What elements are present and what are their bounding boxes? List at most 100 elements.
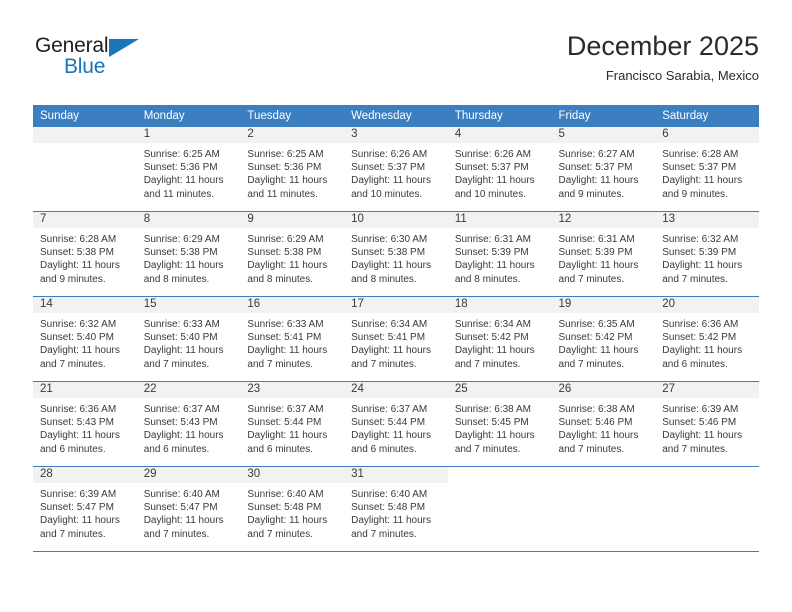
calendar-day-cell[interactable]: 5 Sunrise: 6:27 AM Sunset: 5:37 PM Daylight… <box>551 127 656 212</box>
day-details: Sunrise: 6:26 AM Sunset: 5:37 PM Daylight:… <box>344 143 448 201</box>
weekday-header-thursday: Thursday <box>447 105 552 127</box>
calendar-day-cell[interactable]: 9 Sunrise: 6:29 AM Sunset: 5:38 PM Daylight… <box>240 211 345 297</box>
calendar-day-cell[interactable]: 24 Sunrise: 6:37 AM Sunset: 5:44 PM Dayligh… <box>344 381 448 467</box>
day-number: 28 <box>33 467 137 483</box>
calendar-day-cell[interactable]: 13 Sunrise: 6:32 AM Sunset: 5:39 PM Dayligh… <box>655 211 759 297</box>
day-details: Sunrise: 6:40 AM Sunset: 5:48 PM Daylight:… <box>240 483 344 541</box>
day-details: Sunrise: 6:35 AM Sunset: 5:42 PM Daylight:… <box>552 313 656 371</box>
weekday-header-friday: Friday <box>551 105 656 127</box>
calendar-day-cell[interactable]: 15 Sunrise: 6:33 AM Sunset: 5:40 PM Dayligh… <box>136 296 241 382</box>
day-detail-line: Sunrise: 6:40 AM <box>351 489 428 500</box>
day-detail-line: Daylight: 11 hours <box>454 175 535 187</box>
day-detail-line: Sunset: 5:48 PM <box>247 502 322 514</box>
day-details: Sunrise: 6:31 AM Sunset: 5:39 PM Daylight:… <box>552 228 656 286</box>
day-detail-line: Sunset: 5:42 PM <box>454 332 529 344</box>
day-detail-line: Sunrise: 6:29 AM <box>143 234 220 245</box>
day-details: Sunrise: 6:40 AM Sunset: 5:48 PM Daylight:… <box>344 483 448 541</box>
calendar-grid: Sunday Monday Tuesday Wednesday Thursday Frid… <box>33 105 759 552</box>
calendar-day-cell[interactable]: 1 Sunrise: 6:25 AM Sunset: 5:36 PM Daylight… <box>136 127 241 212</box>
day-detail-line: Sunrise: 6:25 AM <box>247 149 324 160</box>
day-detail-line: and 7 minutes. <box>40 358 106 370</box>
day-detail-line: Daylight: 11 hours <box>558 345 639 357</box>
calendar-day-cell[interactable]: 27 Sunrise: 6:39 AM Sunset: 5:46 PM Dayligh… <box>655 381 759 467</box>
day-detail-line: Daylight: 11 hours <box>143 260 224 272</box>
day-detail-line: Sunset: 5:38 PM <box>40 247 114 259</box>
day-number: 25 <box>447 382 552 398</box>
calendar-day-cell[interactable]: 12 Sunrise: 6:31 AM Sunset: 5:39 PM Dayligh… <box>551 211 656 297</box>
calendar-day-cell[interactable]: 14 Sunrise: 6:32 AM Sunset: 5:40 PM Dayligh… <box>33 296 137 382</box>
calendar-day-cell[interactable]: 28 Sunrise: 6:39 AM Sunset: 5:47 PM Dayligh… <box>33 466 137 552</box>
day-detail-line: and 8 minutes. <box>143 273 210 285</box>
day-details: Sunrise: 6:38 AM Sunset: 5:46 PM Daylight:… <box>552 398 656 456</box>
day-details: Sunrise: 6:32 AM Sunset: 5:39 PM Daylight:… <box>655 228 759 286</box>
calendar-day-cell[interactable]: 19 Sunrise: 6:35 AM Sunset: 5:42 PM Dayligh… <box>551 296 656 382</box>
day-detail-line: Sunset: 5:47 PM <box>143 502 218 514</box>
day-detail-line: Daylight: 11 hours <box>40 430 120 442</box>
day-detail-line: and 10 minutes. <box>351 188 423 200</box>
day-detail-line: Sunset: 5:37 PM <box>558 162 633 174</box>
day-details: Sunrise: 6:36 AM Sunset: 5:42 PM Daylight:… <box>655 313 759 371</box>
calendar-day-cell[interactable]: 21 Sunrise: 6:36 AM Sunset: 5:43 PM Dayligh… <box>33 381 137 467</box>
day-detail-line: Sunset: 5:40 PM <box>143 332 218 344</box>
day-detail-line: Sunset: 5:43 PM <box>40 417 114 429</box>
calendar-day-cell[interactable]: 30 Sunrise: 6:40 AM Sunset: 5:48 PM Dayligh… <box>240 466 345 552</box>
day-detail-line: Sunrise: 6:30 AM <box>351 234 428 245</box>
day-number: 20 <box>655 297 759 313</box>
day-details: Sunrise: 6:33 AM Sunset: 5:40 PM Daylight:… <box>137 313 241 371</box>
day-number: 12 <box>551 212 656 228</box>
calendar-day-cell[interactable]: 16 Sunrise: 6:33 AM Sunset: 5:41 PM Dayligh… <box>240 296 345 382</box>
day-detail-line: and 7 minutes. <box>662 443 728 455</box>
day-detail-line: Sunrise: 6:37 AM <box>143 404 220 415</box>
day-details: Sunrise: 6:28 AM Sunset: 5:37 PM Daylight:… <box>655 143 759 201</box>
day-detail-line: Sunrise: 6:33 AM <box>143 319 220 330</box>
calendar-day-cell[interactable]: 10 Sunrise: 6:30 AM Sunset: 5:38 PM Dayligh… <box>344 211 448 297</box>
day-number: 14 <box>33 297 137 313</box>
calendar-day-cell[interactable]: 31 Sunrise: 6:40 AM Sunset: 5:48 PM Dayligh… <box>344 466 448 552</box>
day-details: Sunrise: 6:27 AM Sunset: 5:37 PM Daylight:… <box>552 143 656 201</box>
day-detail-line: and 7 minutes. <box>662 273 728 285</box>
day-detail-line: Daylight: 11 hours <box>247 175 328 187</box>
day-detail-line: and 9 minutes. <box>662 188 728 200</box>
day-detail-line: Sunrise: 6:37 AM <box>351 404 428 415</box>
calendar-day-cell[interactable]: 7 Sunrise: 6:28 AM Sunset: 5:38 PM Daylight… <box>33 211 137 297</box>
day-detail-line: Sunrise: 6:34 AM <box>454 319 531 330</box>
day-detail-line: Daylight: 11 hours <box>143 345 224 357</box>
day-detail-line: Daylight: 11 hours <box>662 430 743 442</box>
calendar-day-cell[interactable]: 23 Sunrise: 6:37 AM Sunset: 5:44 PM Dayligh… <box>240 381 345 467</box>
calendar-day-cell[interactable]: 26 Sunrise: 6:38 AM Sunset: 5:46 PM Dayligh… <box>551 381 656 467</box>
day-detail-line: Daylight: 11 hours <box>247 430 328 442</box>
calendar-day-cell[interactable]: 25 Sunrise: 6:38 AM Sunset: 5:45 PM Dayligh… <box>447 381 552 467</box>
day-number: 8 <box>136 212 241 228</box>
calendar-day-cell[interactable]: 8 Sunrise: 6:29 AM Sunset: 5:38 PM Daylight… <box>136 211 241 297</box>
day-detail-line: Sunset: 5:43 PM <box>143 417 218 429</box>
calendar-day-cell[interactable]: 4 Sunrise: 6:26 AM Sunset: 5:37 PM Daylight… <box>447 127 552 212</box>
day-detail-line: and 8 minutes. <box>351 273 417 285</box>
calendar-day-cell[interactable]: 20 Sunrise: 6:36 AM Sunset: 5:42 PM Dayligh… <box>655 296 759 382</box>
day-detail-line: Sunrise: 6:33 AM <box>247 319 324 330</box>
calendar-day-cell[interactable]: 2 Sunrise: 6:25 AM Sunset: 5:36 PM Daylight… <box>240 127 345 212</box>
day-details <box>655 483 759 488</box>
calendar-day-cell[interactable]: 17 Sunrise: 6:34 AM Sunset: 5:41 PM Dayligh… <box>344 296 448 382</box>
day-number <box>551 467 656 483</box>
day-detail-line: Sunrise: 6:35 AM <box>558 319 635 330</box>
calendar-empty-cell <box>33 127 137 212</box>
day-number: 13 <box>655 212 759 228</box>
day-detail-line: Sunrise: 6:29 AM <box>247 234 324 245</box>
day-detail-line: Daylight: 11 hours <box>662 260 743 272</box>
calendar-week-row: 7 Sunrise: 6:28 AM Sunset: 5:38 PM Daylight… <box>33 211 759 297</box>
calendar-day-cell[interactable]: 22 Sunrise: 6:37 AM Sunset: 5:43 PM Dayligh… <box>136 381 241 467</box>
calendar-day-cell[interactable]: 11 Sunrise: 6:31 AM Sunset: 5:39 PM Dayligh… <box>447 211 552 297</box>
day-detail-line: Daylight: 11 hours <box>247 345 328 357</box>
calendar-day-cell[interactable]: 29 Sunrise: 6:40 AM Sunset: 5:47 PM Dayligh… <box>136 466 241 552</box>
calendar-day-cell[interactable]: 6 Sunrise: 6:28 AM Sunset: 5:37 PM Daylight… <box>655 127 759 212</box>
calendar-day-cell[interactable]: 3 Sunrise: 6:26 AM Sunset: 5:37 PM Daylight… <box>344 127 448 212</box>
calendar-day-cell[interactable]: 18 Sunrise: 6:34 AM Sunset: 5:42 PM Dayligh… <box>447 296 552 382</box>
day-detail-line: Daylight: 11 hours <box>351 175 431 187</box>
day-detail-line: Daylight: 11 hours <box>454 345 535 357</box>
day-details: Sunrise: 6:25 AM Sunset: 5:36 PM Daylight:… <box>240 143 344 201</box>
day-details: Sunrise: 6:34 AM Sunset: 5:42 PM Daylight:… <box>448 313 552 371</box>
day-detail-line: and 9 minutes. <box>40 273 106 285</box>
day-detail-line: and 7 minutes. <box>143 528 210 540</box>
day-detail-line: Daylight: 11 hours <box>351 515 431 527</box>
day-detail-line: and 6 minutes. <box>247 443 314 455</box>
